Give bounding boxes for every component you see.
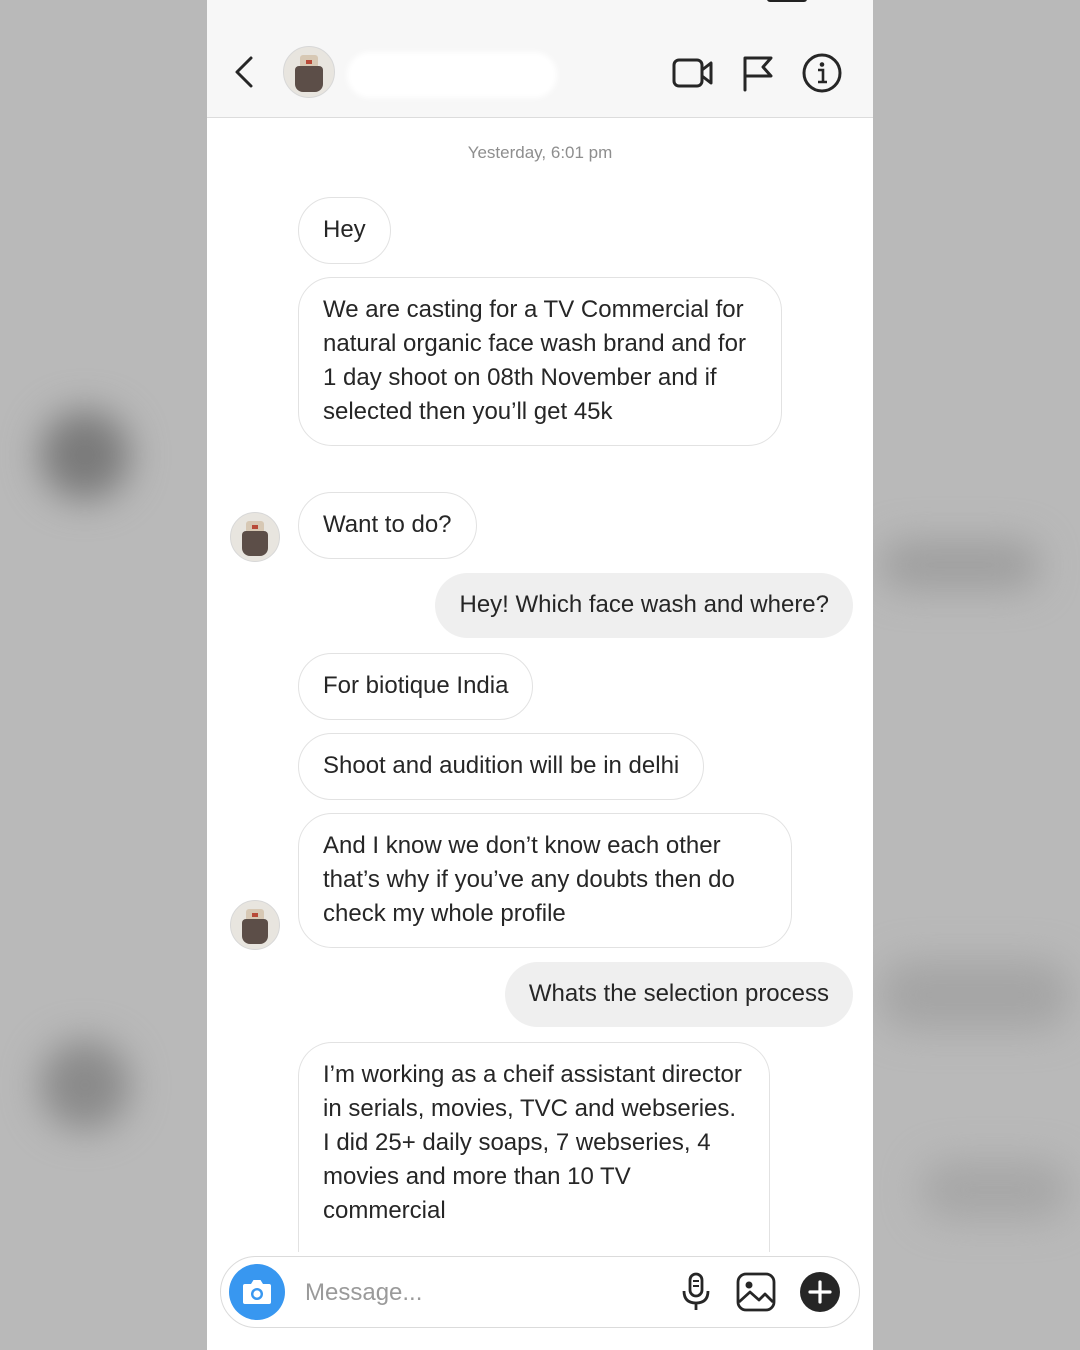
message-bubble-incoming[interactable]: I’m working as a cheif assistant directo… [298,1042,770,1252]
status-bar [207,0,873,6]
video-call-button[interactable] [672,52,714,94]
chat-screen: Yesterday, 6:01 pm Hey We are casting fo… [207,0,873,1350]
chevron-left-icon [235,56,253,88]
message-bubble-outgoing[interactable]: Whats the selection process [504,962,853,1027]
avatar-image-part [252,525,258,530]
sender-avatar[interactable] [230,900,280,950]
info-icon [802,53,842,93]
more-options-button[interactable] [799,1271,841,1313]
message-bubble-incoming[interactable]: Want to do? [298,492,477,559]
contact-name-redacted[interactable] [347,52,557,98]
contact-avatar[interactable] [283,46,335,98]
avatar-image-part [295,66,323,92]
background-blur [920,1160,1070,1220]
avatar-image-part [306,60,312,64]
avatar-image-part [241,531,269,557]
report-button[interactable] [737,52,779,94]
message-bubble-outgoing[interactable]: Hey! Which face wash and where? [435,573,853,638]
avatar-image-part [252,913,258,918]
camera-button[interactable] [229,1264,285,1320]
message-bubble-incoming[interactable]: And I know we don’t know each other that… [298,813,792,948]
message-bubble-incoming[interactable]: Hey [298,197,391,264]
plus-icon [800,1272,840,1312]
chat-header [207,0,873,118]
background-blur [880,960,1070,1030]
microphone-icon [682,1272,710,1310]
info-button[interactable] [801,52,843,94]
background-blur [880,540,1040,590]
message-composer [220,1256,860,1328]
video-camera-icon [672,58,713,88]
flag-icon [743,56,773,92]
avatar-image-part [241,919,269,945]
status-indicators [697,0,807,2]
sender-avatar[interactable] [230,512,280,562]
battery-icon [767,0,807,2]
camera-icon [243,1280,271,1304]
background-blur [40,410,130,500]
message-input[interactable] [303,1273,647,1313]
message-bubble-incoming[interactable]: Shoot and audition will be in delhi [298,733,705,800]
message-bubble-incoming[interactable]: For biotique India [298,653,534,720]
back-button[interactable] [227,52,263,92]
background-blur [40,1040,130,1130]
gallery-button[interactable] [735,1271,777,1313]
message-bubble-incoming[interactable]: We are casting for a TV Commercial for n… [298,277,782,446]
gallery-icon [736,1272,776,1312]
conversation-timestamp: Yesterday, 6:01 pm [467,143,613,162]
voice-message-button[interactable] [675,1271,717,1313]
